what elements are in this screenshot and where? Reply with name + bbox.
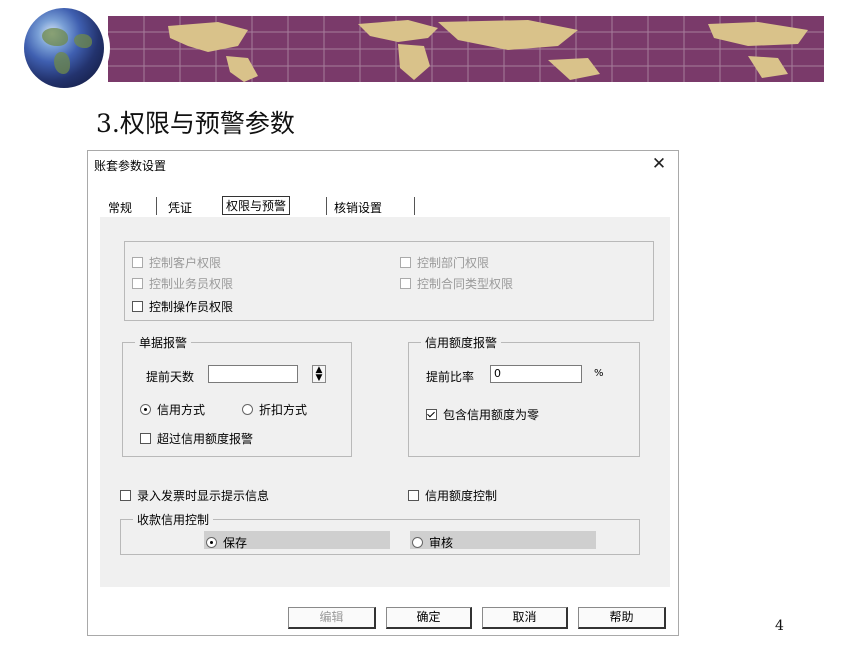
show-invoice-hint-checkbox[interactable]: 录入发票时显示提示信息	[120, 487, 269, 504]
receipt-credit-title: 收款信用控制	[133, 511, 214, 528]
advance-days-input[interactable]	[208, 365, 298, 383]
credit-warning-title: 信用额度报警	[421, 334, 502, 351]
control-salesperson-checkbox[interactable]: 控制业务员权限	[132, 275, 233, 292]
settings-dialog: 账套参数设置 ✕ 常规 凭证 权限与预警 核销设置 控制客户权限 控制部门权限 …	[87, 150, 679, 636]
control-customer-checkbox[interactable]: 控制客户权限	[132, 254, 221, 271]
tab-writeoff-settings[interactable]: 核销设置	[334, 199, 382, 216]
tab-panel: 控制客户权限 控制部门权限 控制业务员权限 控制合同类型权限 控制操作员权限 单…	[100, 217, 670, 587]
tab-divider	[326, 197, 327, 215]
tab-divider	[156, 197, 157, 215]
tab-general[interactable]: 常规	[108, 199, 132, 216]
over-credit-warning-checkbox[interactable]: 超过信用额度报警	[140, 430, 253, 447]
advance-ratio-input[interactable]: 0	[490, 365, 582, 383]
control-department-checkbox[interactable]: 控制部门权限	[400, 254, 489, 271]
doc-warning-title: 单据报警	[135, 334, 192, 351]
radio-discount-mode[interactable]: 折扣方式	[242, 401, 307, 418]
slide-title: 3.权限与预警参数	[96, 109, 295, 138]
radio-audit[interactable]: 审核	[412, 534, 453, 551]
include-zero-credit-checkbox[interactable]: 包含信用额度为零	[426, 406, 539, 423]
ok-button[interactable]: 确定	[386, 607, 472, 629]
control-operator-checkbox[interactable]: 控制操作员权限	[132, 298, 233, 315]
close-icon[interactable]: ✕	[648, 153, 670, 175]
world-map-graphic	[108, 16, 824, 82]
advance-days-stepper[interactable]: ▲ ▼	[312, 365, 326, 383]
radio-credit-mode[interactable]: 信用方式	[140, 401, 205, 418]
tab-divider	[414, 197, 415, 215]
credit-warning-group: 信用额度报警	[408, 334, 640, 457]
control-contract-type-checkbox[interactable]: 控制合同类型权限	[400, 275, 513, 292]
advance-ratio-label: 提前比率	[426, 370, 475, 384]
edit-button[interactable]: 编辑	[288, 607, 376, 629]
cancel-button[interactable]: 取消	[482, 607, 568, 629]
header-banner	[108, 16, 824, 82]
credit-limit-control-checkbox[interactable]: 信用额度控制	[408, 487, 497, 504]
dialog-title: 账套参数设置	[94, 159, 167, 173]
radio-save[interactable]: 保存	[206, 534, 247, 551]
page-number: 4	[775, 618, 784, 634]
percent-unit: %	[594, 368, 604, 379]
advance-days-label: 提前天数	[146, 370, 195, 384]
globe-logo	[24, 8, 104, 88]
help-button[interactable]: 帮助	[578, 607, 666, 629]
tab-permissions-warning[interactable]: 权限与预警	[222, 196, 291, 215]
tab-voucher[interactable]: 凭证	[168, 199, 192, 216]
